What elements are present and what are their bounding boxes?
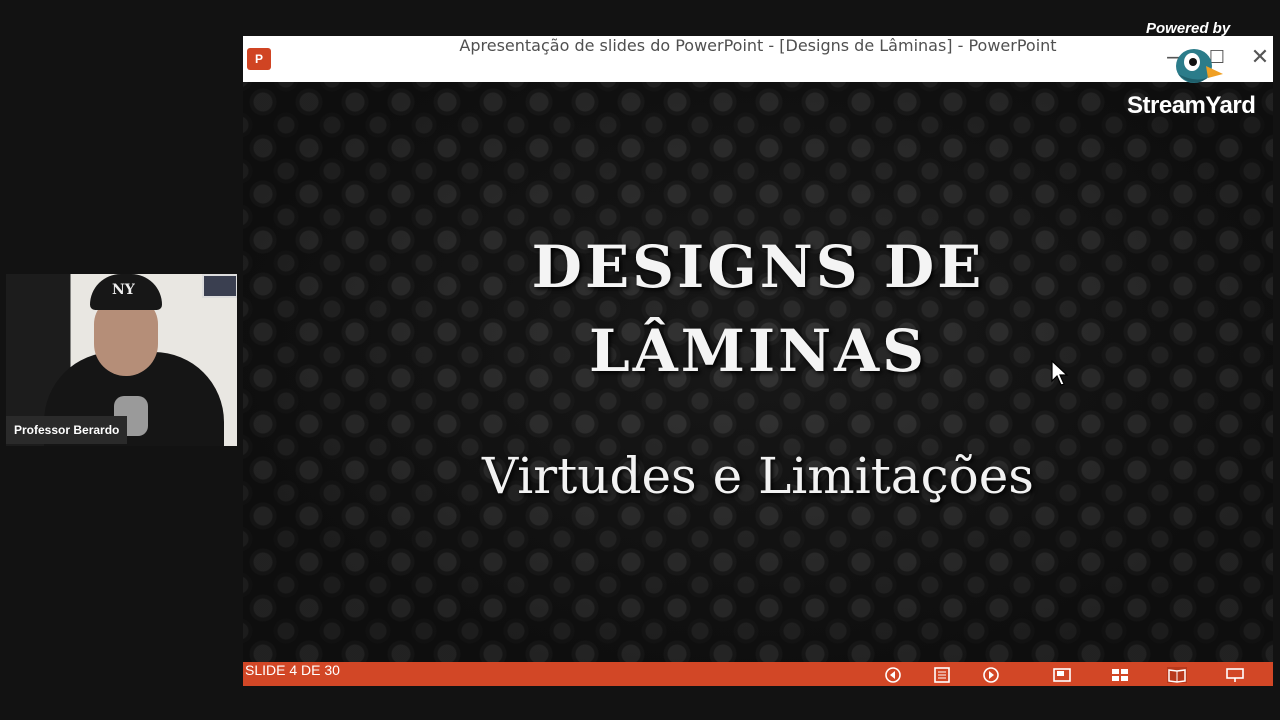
notes-icon[interactable] bbox=[932, 667, 952, 683]
powerpoint-window: P Apresentação de slides do PowerPoint -… bbox=[243, 36, 1273, 686]
previous-icon[interactable] bbox=[883, 667, 903, 683]
slide-counter: SLIDE 4 DE 30 bbox=[245, 662, 340, 678]
window-titlebar: P Apresentação de slides do PowerPoint -… bbox=[243, 36, 1273, 82]
slide-title-line1: DESIGNS DE bbox=[531, 233, 985, 301]
slide-sorter-icon[interactable] bbox=[1110, 667, 1130, 683]
slide-title: DESIGNS DE LÂMINAS bbox=[243, 225, 1273, 393]
slide-title-line2: LÂMINAS bbox=[588, 317, 928, 385]
close-button[interactable]: ✕ bbox=[1246, 44, 1274, 72]
slideshow-statusbar: SLIDE 4 DE 30 bbox=[243, 662, 1273, 686]
reading-view-icon[interactable] bbox=[1167, 667, 1187, 683]
window-title: Apresentação de slides do PowerPoint - [… bbox=[459, 36, 1057, 55]
slideshow-icon[interactable] bbox=[1225, 667, 1245, 683]
wall-picture bbox=[202, 274, 237, 298]
normal-view-icon[interactable] bbox=[1052, 667, 1072, 683]
streamyard-duck-icon bbox=[1176, 49, 1223, 83]
next-icon[interactable] bbox=[981, 667, 1001, 683]
slide-canvas[interactable]: DESIGNS DE LÂMINAS Virtudes e Limitações bbox=[243, 82, 1273, 662]
streamyard-logo-text: StreamYard bbox=[1127, 92, 1256, 119]
presenter-name-tag: Professor Berardo bbox=[6, 416, 128, 444]
mouse-cursor-icon bbox=[1051, 360, 1069, 386]
powered-by-label: Powered by bbox=[1146, 20, 1231, 37]
slide-subtitle: Virtudes e Limitações bbox=[482, 447, 1034, 505]
cap-logo: NY bbox=[112, 282, 135, 298]
